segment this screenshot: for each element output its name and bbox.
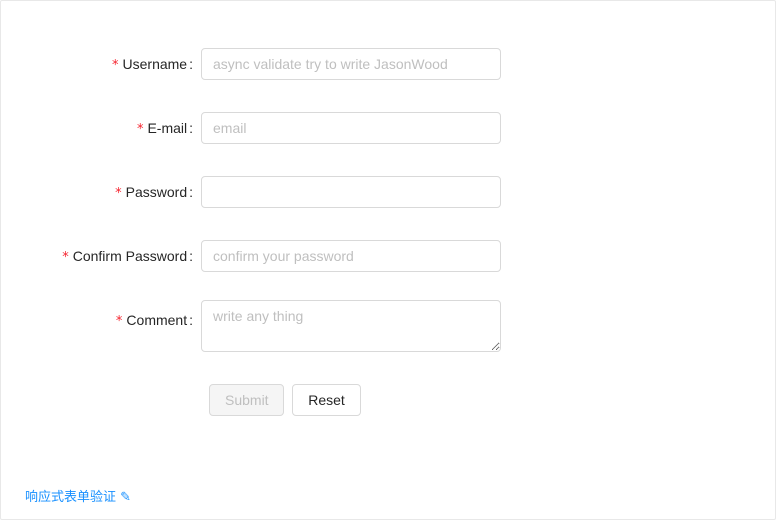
confirm-password-input[interactable] (201, 240, 501, 272)
password-input[interactable] (201, 176, 501, 208)
comment-textarea[interactable] (201, 300, 501, 352)
username-label: * Username: (112, 56, 193, 73)
email-label: * E-mail: (136, 120, 193, 137)
required-mark: * (115, 314, 123, 329)
submit-button[interactable]: Submit (209, 384, 284, 416)
required-mark: * (62, 250, 69, 265)
email-input[interactable] (201, 112, 501, 144)
comment-label: * Comment: (115, 312, 193, 329)
required-mark: * (112, 58, 119, 73)
required-mark: * (136, 122, 144, 137)
form-card: *Username: *E-mail: *Password: *Confirm … (0, 0, 776, 520)
username-input[interactable] (201, 48, 501, 80)
section-title-link[interactable]: 响应式表单验证 ✎ (25, 486, 131, 505)
required-mark: * (115, 186, 122, 201)
password-label: * Password: (115, 184, 193, 201)
reset-button[interactable]: Reset (292, 384, 361, 416)
confirm-password-label: * Confirm Password: (62, 248, 193, 265)
